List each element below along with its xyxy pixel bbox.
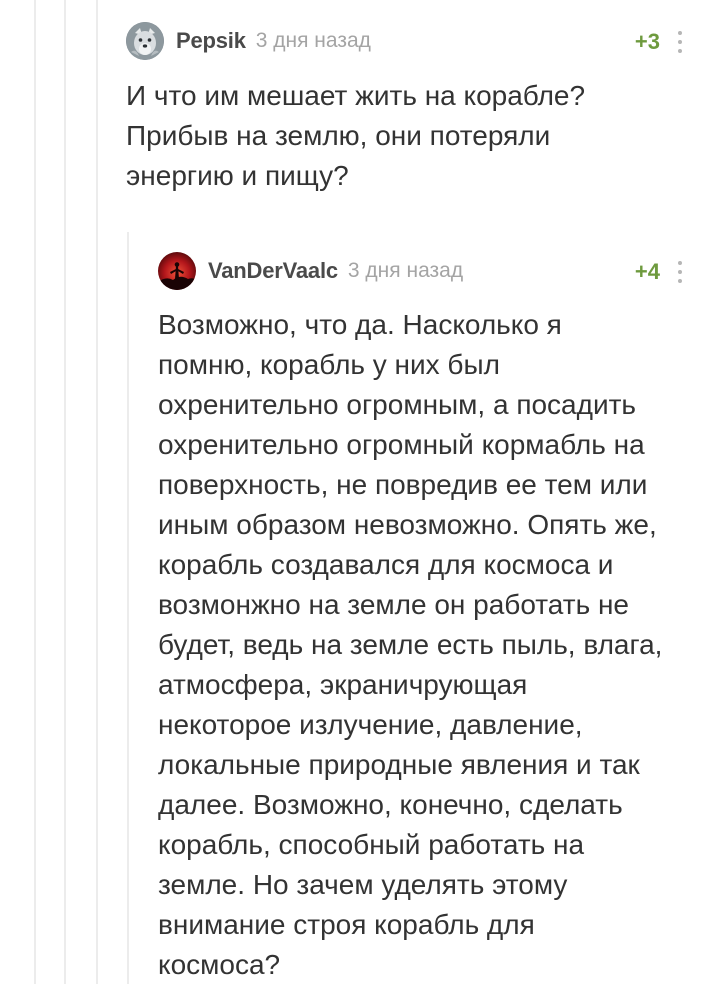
thread-line — [96, 0, 98, 984]
comment-rating: +4 — [634, 259, 660, 284]
comment-timestamp[interactable]: 3 дня назад — [256, 29, 371, 53]
comment-header: Pepsik 3 дня назад +3 — [126, 20, 696, 62]
more-options-icon[interactable] — [676, 31, 684, 53]
comment-reply: VanDerVaalc 3 дня назад +4 Возможно, что… — [158, 250, 696, 985]
user-avatar[interactable] — [126, 22, 164, 60]
thread-line — [64, 0, 66, 984]
more-options-icon[interactable] — [676, 261, 684, 283]
comment-text: Возможно, что да. Насколько я помню, кор… — [158, 309, 663, 980]
red-sunset-avatar-icon — [158, 252, 196, 290]
thread-line[interactable] — [127, 232, 129, 984]
comment: Pepsik 3 дня назад +3 И что им мешает жи… — [126, 20, 696, 196]
username[interactable]: Pepsik — [176, 28, 246, 54]
username[interactable]: VanDerVaalc — [208, 258, 338, 284]
comment-rating: +3 — [634, 29, 660, 54]
thread-line — [34, 0, 36, 984]
wolf-avatar-icon — [126, 22, 164, 60]
user-avatar[interactable] — [158, 252, 196, 290]
comment-text: И что им мешает жить на корабле? Прибыв … — [126, 80, 586, 191]
comment-timestamp[interactable]: 3 дня назад — [348, 259, 463, 283]
comment-header: VanDerVaalc 3 дня назад +4 — [158, 250, 696, 292]
